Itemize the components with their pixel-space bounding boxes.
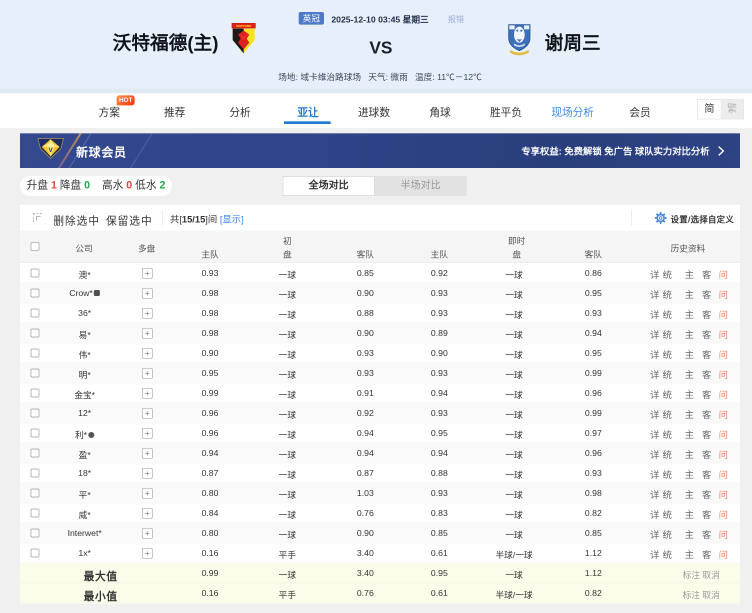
svg-text:V: V <box>49 147 54 154</box>
svg-text:WATFORD: WATFORD <box>236 24 252 28</box>
